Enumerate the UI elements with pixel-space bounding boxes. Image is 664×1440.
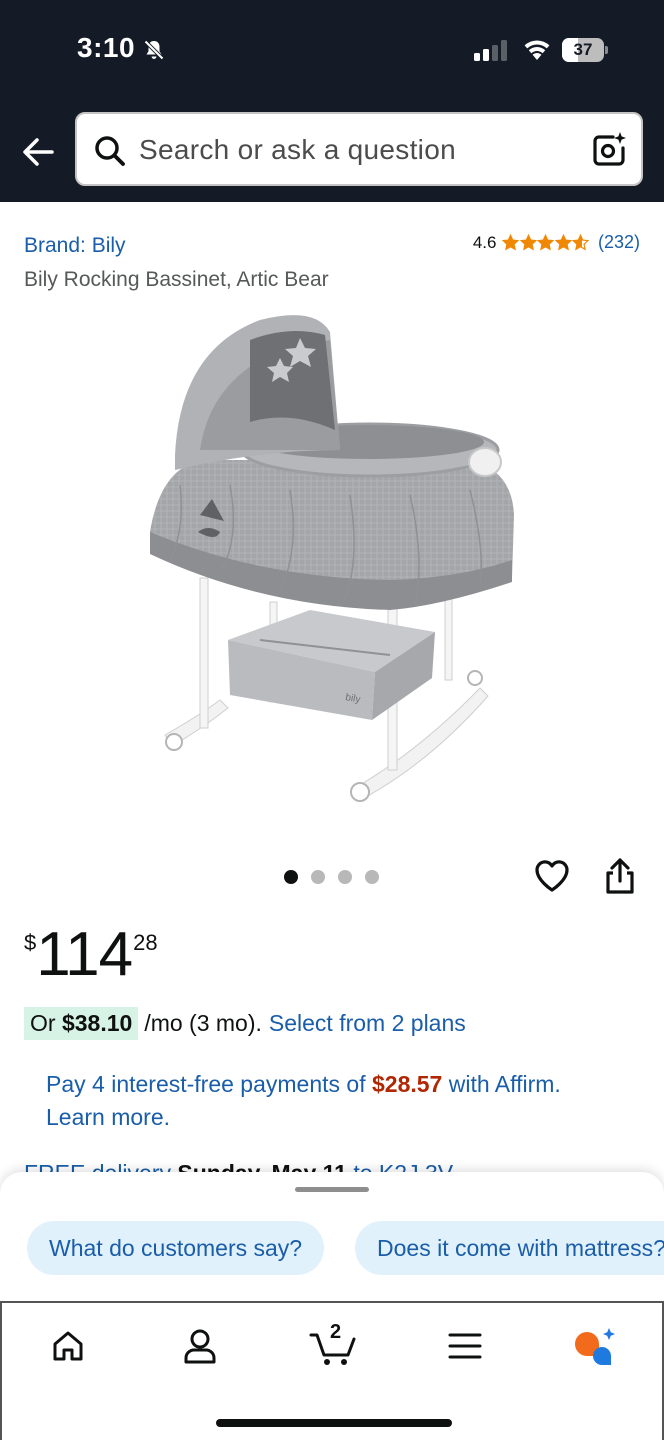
search-input[interactable]: Search or ask a question: [75, 112, 643, 186]
battery-cap: [605, 46, 608, 54]
cart-count: 2: [330, 1321, 342, 1343]
battery-percent: 37: [573, 40, 593, 59]
delivery-date: Sunday, May 11: [177, 1160, 347, 1172]
carousel-dot[interactable]: [311, 870, 325, 884]
star-icon: [502, 234, 520, 251]
search-placeholder: Search or ask a question: [139, 134, 456, 165]
image-carousel-dots[interactable]: [284, 870, 392, 884]
star-icon: [519, 234, 537, 251]
cell-signal-icon: [474, 40, 507, 61]
delivery-prefix: FREE delivery: [24, 1160, 177, 1172]
back-arrow-icon[interactable]: [18, 132, 58, 172]
suggestion-chip[interactable]: Does it come with mattress?: [355, 1221, 664, 1275]
nav-account[interactable]: [176, 1323, 224, 1369]
nav-menu[interactable]: [441, 1323, 489, 1369]
star-icon: [572, 234, 590, 251]
wifi-icon: [524, 40, 550, 60]
rating-summary[interactable]: 4.6 (232): [473, 232, 640, 253]
camera-lens-icon[interactable]: [589, 130, 627, 168]
price-fraction: 28: [133, 930, 158, 955]
bell-off-icon: [144, 40, 164, 60]
top-header: 3:10 37 Search or ask a question: [0, 0, 664, 202]
star-rating: [502, 234, 590, 251]
monthly-payment: Or $38.10 /mo (3 mo). Select from 2 plan…: [24, 1007, 466, 1040]
menu-icon: [448, 1333, 482, 1359]
battery-indicator: 37: [562, 38, 608, 62]
star-icon: [537, 234, 555, 251]
price-symbol: $: [24, 930, 37, 955]
home-icon: [53, 1331, 83, 1361]
search-icon: [95, 136, 125, 166]
product-title: Bily Rocking Bassinet, Artic Bear: [24, 268, 329, 291]
affirm-amount: $28.57: [372, 1071, 443, 1097]
affirm-text-before: Pay 4 interest-free payments of: [46, 1071, 372, 1097]
select-plans-link[interactable]: Select from 2 plans: [269, 1010, 466, 1037]
rating-value: 4.6: [472, 232, 497, 252]
share-icon[interactable]: [603, 856, 637, 896]
brand-link[interactable]: Brand: Bily: [24, 234, 126, 258]
delivery-suffix: to K2J 3V: [347, 1160, 453, 1172]
rufus-icon: [575, 1328, 615, 1365]
carousel-dot[interactable]: [338, 870, 352, 884]
monthly-prefix: Or: [30, 1010, 62, 1036]
status-time: 3:10: [77, 32, 136, 63]
monthly-badge: Or $38.10: [24, 1007, 139, 1040]
monthly-amount: $38.10: [61, 1010, 133, 1036]
product-image-bassinet[interactable]: bily: [140, 310, 524, 810]
nav-rufus[interactable]: [571, 1323, 619, 1369]
price-whole: 114: [36, 920, 133, 989]
carousel-dot[interactable]: [284, 870, 298, 884]
sheet-grabber[interactable]: [295, 1187, 369, 1192]
star-icon: [554, 234, 572, 251]
suggestion-chip[interactable]: What do customers say?: [27, 1221, 325, 1275]
heart-icon[interactable]: [533, 857, 571, 895]
home-indicator: [216, 1419, 452, 1427]
nav-cart[interactable]: 2: [308, 1321, 360, 1369]
affirm-offer[interactable]: Pay 4 interest-free payments of $28.57 w…: [46, 1068, 606, 1134]
monthly-terms: /mo (3 mo).: [144, 1010, 262, 1036]
bottom-nav: 2: [0, 1301, 664, 1440]
price: $ 114 28: [24, 918, 158, 992]
rating-count[interactable]: (232): [598, 232, 640, 253]
nav-home[interactable]: [44, 1323, 92, 1369]
rufus-suggestion-sheet: What do customers say? Does it come with…: [0, 1172, 664, 1302]
account-icon: [184, 1329, 216, 1364]
delivery-info: FREE delivery Sunday, May 11 to K2J 3V: [24, 1158, 644, 1172]
carousel-dot[interactable]: [365, 870, 379, 884]
